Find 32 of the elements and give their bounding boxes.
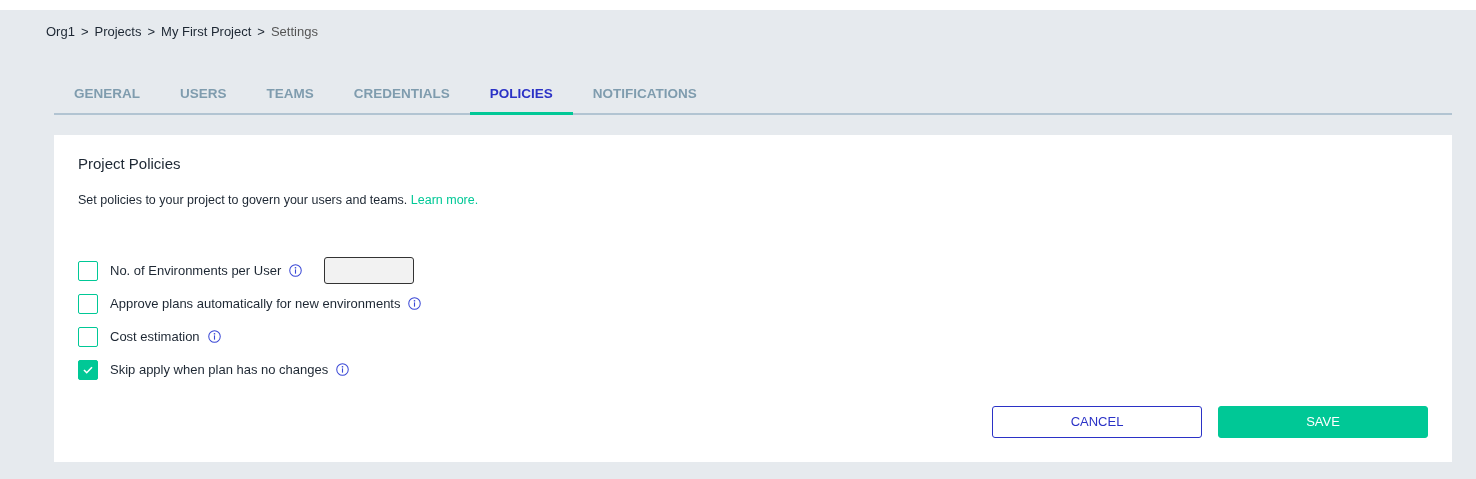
breadcrumb-separator: > <box>147 23 156 41</box>
checkbox[interactable] <box>78 260 98 281</box>
tab[interactable]: POLICIES <box>469 83 573 115</box>
check-icon <box>83 365 93 374</box>
info-icon[interactable] <box>289 264 303 277</box>
tab[interactable]: CREDENTIALS <box>333 83 470 115</box>
breadcrumb-separator: > <box>257 23 265 41</box>
breadcrumb-link[interactable]: Org1 <box>46 22 75 42</box>
tab[interactable]: NOTIFICATIONS <box>572 83 717 115</box>
checkbox-label: Skip apply when plan has no changes <box>110 360 329 379</box>
checkbox[interactable] <box>78 293 98 314</box>
info-icon[interactable] <box>207 330 221 343</box>
info-icon[interactable] <box>336 363 350 376</box>
checkbox-label: No. of Environments per User <box>110 261 282 280</box>
save-button[interactable]: SAVE <box>1218 405 1428 438</box>
tab[interactable]: TEAMS <box>246 83 334 115</box>
tab[interactable]: USERS <box>160 83 247 115</box>
checkbox[interactable] <box>78 359 98 380</box>
tab[interactable]: GENERAL <box>54 83 160 115</box>
description-text: Set policies to your project to govern your users and teams. Learn more. <box>78 192 480 210</box>
breadcrumb-current: Settings <box>270 23 318 41</box>
breadcrumb-link[interactable]: My First Project <box>161 22 252 42</box>
info-icon[interactable] <box>408 297 422 310</box>
number-field[interactable] <box>324 257 415 284</box>
checkbox-label: Cost estimation <box>110 327 200 346</box>
panel-title: Project Policies <box>78 153 182 174</box>
learn-more-link[interactable]: Learn more. <box>410 193 479 208</box>
cancel-button[interactable]: CANCEL <box>992 405 1202 438</box>
breadcrumb-link[interactable]: Projects <box>94 22 142 42</box>
checkbox-label: Approve plans automatically for new environments <box>110 294 401 313</box>
breadcrumb-separator: > <box>80 23 89 41</box>
checkbox[interactable] <box>78 326 98 347</box>
